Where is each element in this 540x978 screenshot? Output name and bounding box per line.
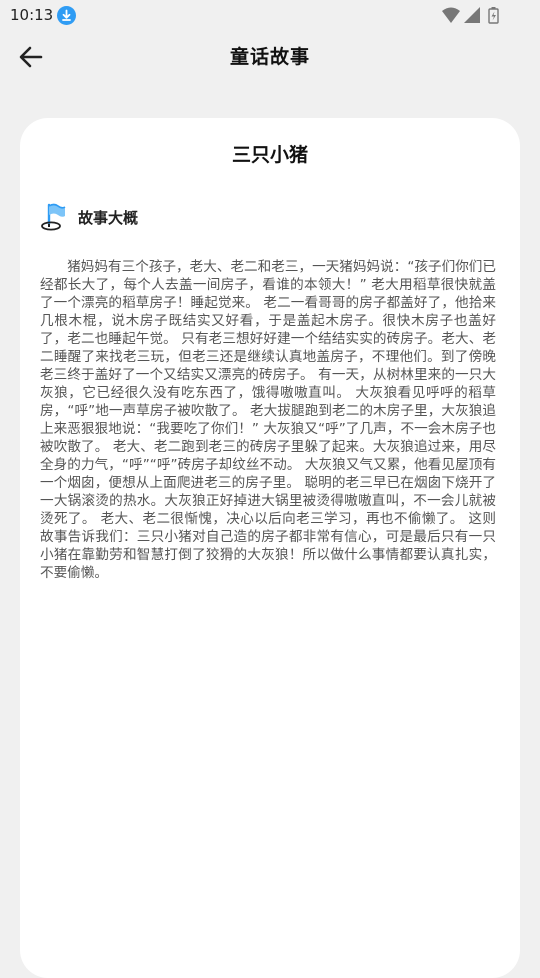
story-title: 三只小猪 — [231, 144, 308, 166]
status-icons — [442, 7, 504, 25]
battery-icon — [488, 7, 499, 24]
status-time: 10:13 — [10, 6, 54, 24]
story-card: 三只小猪 故事大概 猪妈妈有三个孩子，老大、老二和老三，一天猪妈妈说：“孩子们你… — [20, 118, 520, 978]
section-label: 故事大概 — [78, 208, 139, 227]
signal-icon — [464, 7, 480, 23]
app-header: 童话故事 — [0, 32, 540, 80]
story-body: 猪妈妈有三个孩子，老大、老二和老三，一天猪妈妈说：“孩子们你们已经都长大了，每个… — [40, 259, 496, 581]
download-icon — [57, 6, 76, 25]
section-header: 故事大概 — [40, 202, 138, 232]
flag-icon — [41, 203, 66, 231]
wifi-icon — [442, 7, 460, 23]
status-bar: 10:13 — [0, 0, 540, 32]
page-title: 童话故事 — [229, 46, 310, 68]
